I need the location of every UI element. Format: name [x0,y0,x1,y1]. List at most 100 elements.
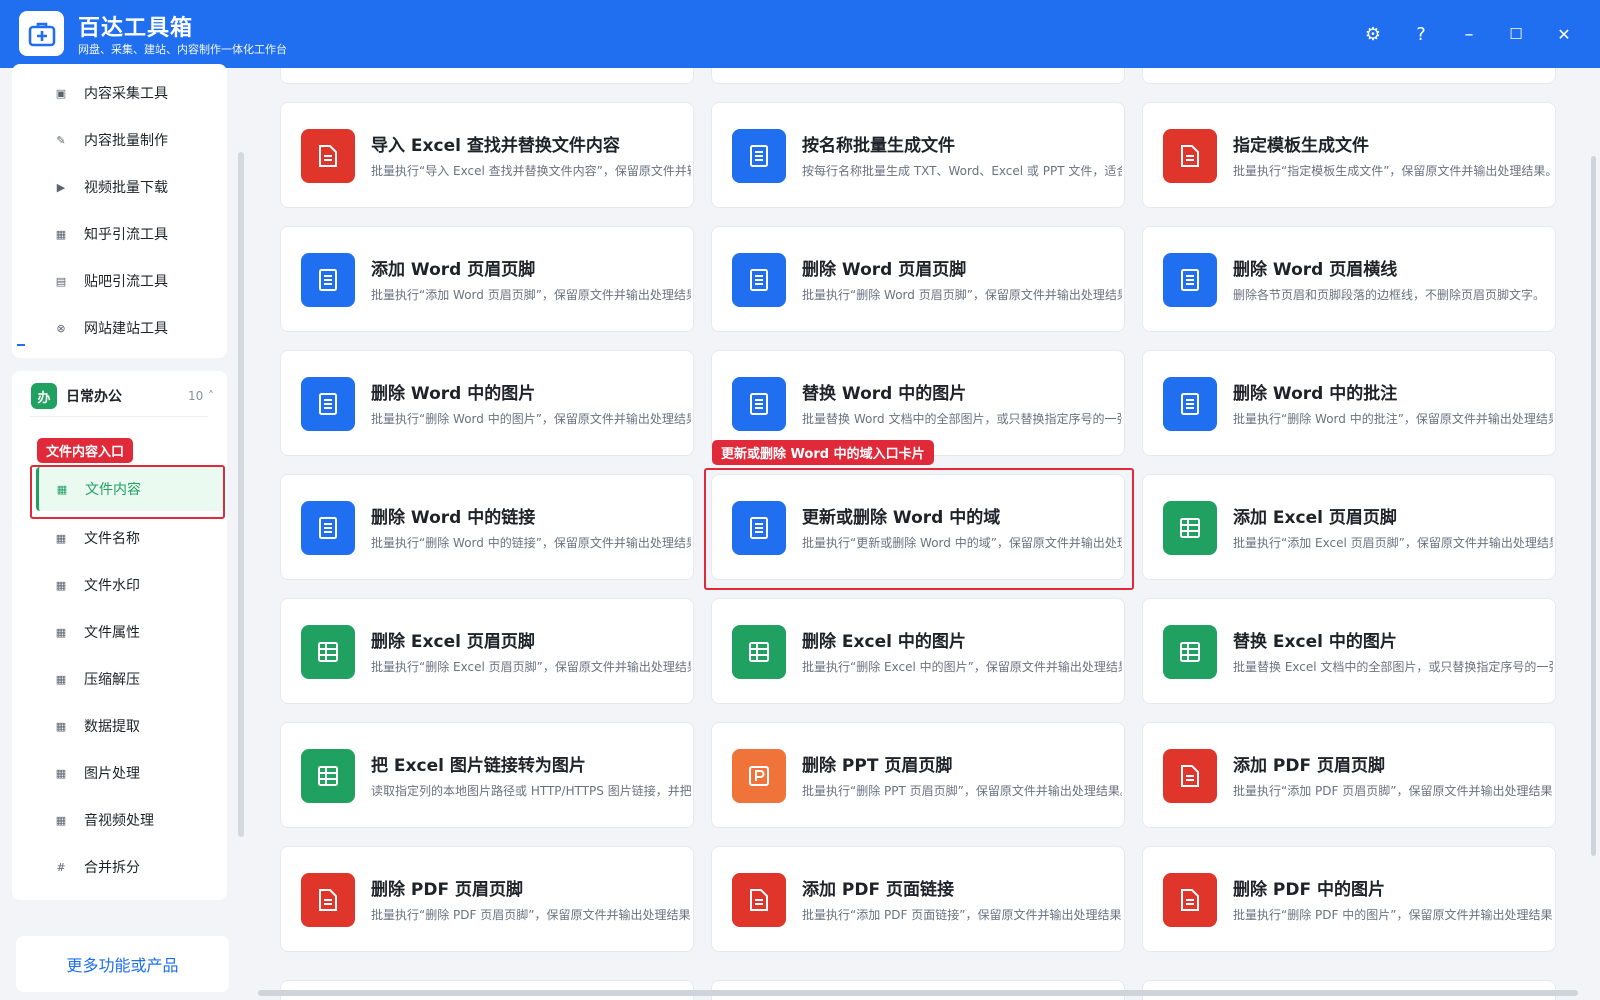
help-icon[interactable]: ? [1404,17,1438,51]
app-title: 百达工具箱 [78,16,194,41]
site-icon: ⊗ [56,321,66,335]
video-icon: ▶ [56,180,66,194]
tool-card-title: 删除 PDF 页眉页脚 [371,880,524,900]
pdf-file-icon [1163,129,1217,183]
sidebar-item-file-props[interactable]: ▦ 文件属性 [12,610,227,654]
sidebar-item-image[interactable]: ▦ 图片处理 [12,751,227,795]
sidebar-item-data-extract[interactable]: ▦ 数据提取 [12,704,227,748]
tool-card-title: 添加 PDF 页面链接 [802,880,955,900]
tool-card-title: 删除 Word 页眉页脚 [802,260,967,280]
tool-card-title: 删除 PDF 中的图片 [1233,880,1386,900]
tool-card[interactable]: 按名称批量生成文件按每行名称批量生成 TXT、Word、Excel 或 PPT … [711,102,1125,208]
pen-icon: ✎ [56,133,66,147]
tool-card-desc: 批量执行“删除 PPT 页眉页脚”，保留原文件并输出处理结果。 [802,784,1122,798]
tool-card[interactable]: 替换 Excel 中的图片 批量替换 Excel 文档中的全部图片，或只替换指定序… [1142,598,1556,704]
pdf-file-icon [1163,749,1217,803]
tool-card-desc: 按每行名称批量生成 TXT、Word、Excel 或 PPT 文件，适合批量建档… [802,164,1122,178]
sidebar-item-video[interactable]: ▶ 视频批量下载 [12,165,227,209]
sidebar-item-watermark[interactable]: ▦ 文件水印 [12,563,227,607]
grid-icon: ▦ [55,672,67,686]
settings-icon[interactable]: ⚙ [1356,17,1390,51]
pdf-file-icon [301,873,355,927]
sidebar-item-av[interactable]: ▦ 音视频处理 [12,798,227,842]
chevron-up-icon[interactable]: ˄ [208,389,214,403]
toolbox-logo-icon [19,11,64,56]
sidebar-item-merge-split[interactable]: # 合并拆分 [12,845,227,889]
sidebar-item-zhihu[interactable]: ▦ 知乎引流工具 [12,212,227,256]
tool-card-title: 删除 Word 中的图片 [371,384,536,404]
tool-card-desc: 批量执行“导入 Excel 查找并替换文件内容”，保留原文件并输出处理结果。 [371,164,691,178]
pdf-file-icon [301,129,355,183]
maximize-button[interactable]: ☐ [1499,17,1533,51]
pdf-file-icon [1163,873,1217,927]
excel-file-icon [1163,625,1217,679]
tool-card-desc: 批量执行“指定模板生成文件”，保留原文件并输出处理结果。 [1233,164,1553,178]
group-divider [30,416,208,417]
tool-card-desc: 批量执行“删除 Word 中的图片”，保留原文件并输出处理结果。 [371,412,691,426]
tool-card-title: 删除 Word 中的批注 [1233,384,1398,404]
tool-card[interactable]: 删除 PPT 页眉页脚批量执行“删除 PPT 页眉页脚”，保留原文件并输出处理结… [711,722,1125,828]
tool-card-title: 删除 Excel 页眉页脚 [371,632,535,652]
tool-card-desc: 批量执行“删除 Word 页眉页脚”，保留原文件并输出处理结果。 [802,288,1122,302]
tool-card-title: 删除 PPT 页眉页脚 [802,756,953,776]
tool-card[interactable]: 删除 Word 中的图片批量执行“删除 Word 中的图片”，保留原文件并输出处… [280,350,694,456]
tool-card[interactable]: 删除 Excel 页眉页脚批量执行“删除 Excel 页眉页脚”，保留原文件并输… [280,598,694,704]
sidebar-tools-card: ▣ 内容采集工具 ✎ 内容批量制作 ▶ 视频批量下载 ▦ 知乎引流工具 ▤ 贴吧… [12,64,227,358]
tool-card-desc: 批量执行“删除 PDF 页眉页脚”，保留原文件并输出处理结果。 [371,908,691,922]
word-file-icon [732,253,786,307]
horizontal-scrollbar[interactable] [258,990,1578,996]
tool-card-title: 删除 Word 中的链接 [371,508,536,528]
tool-card[interactable]: 添加 Word 页眉页脚 批量执行“添加 Word 页眉页脚”，保留原文件并输出处… [280,226,694,332]
tool-card[interactable]: 添加 Excel 页眉页脚 批量执行“添加 Excel 页眉页脚”，保留原文件并输… [1142,474,1556,580]
tool-card[interactable]: 添加 PDF 页眉页脚 批量执行“添加 PDF 页眉页脚”，保留原文件并输出处理结… [1142,722,1556,828]
excel-file-icon [732,625,786,679]
tool-card[interactable]: 删除 Word 页眉页脚批量执行“删除 Word 页眉页脚”，保留原文件并输出处… [711,226,1125,332]
sidebar-item-compress[interactable]: ▦ 压缩解压 [12,657,227,701]
tool-card[interactable]: 删除 Word 中的批注 批量执行“删除 Word 中的批注”，保留原文件并输出处… [1142,350,1556,456]
tool-card-title: 指定模板生成文件 [1233,136,1369,156]
tool-card[interactable]: 删除 Word 中的链接批量执行“删除 Word 中的链接”，保留原文件并输出处… [280,474,694,580]
card-stub [280,68,694,84]
sidebar-item-collect[interactable]: ▣ 内容采集工具 [12,71,227,115]
tool-card-title: 按名称批量生成文件 [802,136,955,156]
excel-file-icon [1163,501,1217,555]
group-header-office[interactable]: 办 日常办公 10 ˄ [12,371,227,421]
tool-card-desc: 批量执行“删除 Word 中的链接”，保留原文件并输出处理结果。 [371,536,691,550]
more-products-button[interactable]: 更多功能或产品 [16,936,229,992]
sidebar-item-tieba[interactable]: ▤ 贴吧引流工具 [12,259,227,303]
word-file-icon [732,129,786,183]
sidebar-accent [17,344,25,346]
group-label: 日常办公 [66,389,122,405]
excel-file-icon [301,625,355,679]
word-file-icon [1163,253,1217,307]
grid-icon: ▦ [55,719,67,733]
minimize-button[interactable]: – [1452,17,1486,51]
tool-card-desc: 批量执行“添加 Word 页眉页脚”，保留原文件并输出处理结果。 [371,288,691,302]
tool-card[interactable]: 指定模板生成文件批量执行“指定模板生成文件”，保留原文件并输出处理结果。 [1142,102,1556,208]
sidebar-item-batch-make[interactable]: ✎ 内容批量制作 [12,118,227,162]
tool-card-title: 导入 Excel 查找并替换文件内容 [371,136,620,156]
tool-card[interactable]: 把 Excel 图片链接转为图片 读取指定列的本地图片路径或 HTTP/HTTPS… [280,722,694,828]
vertical-scrollbar[interactable] [1591,156,1596,856]
tool-card-desc: 批量执行“删除 PDF 中的图片”，保留原文件并输出处理结果。 [1233,908,1553,922]
app-subtitle: 网盘、采集、建站、内容制作一体化工作台 [78,43,287,56]
file-content-tag: 文件内容入口 [37,438,134,463]
tool-card[interactable]: 删除 PDF 页眉页脚批量执行“删除 PDF 页眉页脚”，保留原文件并输出处理结… [280,846,694,952]
tool-card[interactable]: 导入 Excel 查找并替换文件内容批量执行“导入 Excel 查找并替换文件内… [280,102,694,208]
sidebar-scrollbar[interactable] [238,152,244,837]
tool-card-title: 替换 Excel 中的图片 [1233,632,1397,652]
tool-card-title: 添加 Excel 页眉页脚 [1233,508,1397,528]
sidebar-item-file-name[interactable]: ▦ 文件名称 [12,516,227,560]
tool-card[interactable]: 删除 PDF 中的图片批量执行“删除 PDF 中的图片”，保留原文件并输出处理结… [1142,846,1556,952]
zhihu-icon: ▦ [55,227,67,241]
tool-card[interactable]: 添加 PDF 页面链接 批量执行“添加 PDF 页面链接”，保留原文件并输出处理结… [711,846,1125,952]
word-file-icon [301,377,355,431]
sidebar: ▣ 内容采集工具 ✎ 内容批量制作 ▶ 视频批量下载 ▦ 知乎引流工具 ▤ 贴吧… [0,64,246,1000]
tool-card[interactable]: 删除 Word 页眉横线 删除各节页眉和页脚段落的边框线，不删除页眉页脚文字。 [1142,226,1556,332]
close-button[interactable]: ✕ [1547,17,1581,51]
tool-card-title: 替换 Word 中的图片 [802,384,967,404]
sidebar-item-site[interactable]: ⊗ 网站建站工具 [12,306,227,350]
tool-card-desc: 批量执行“删除 Excel 页眉页脚”，保留原文件并输出处理结果。 [371,660,691,674]
tool-card[interactable]: 删除 Excel 中的图片 批量执行“删除 Excel 中的图片”，保留原文件并输… [711,598,1125,704]
grid-icon: ▦ [55,625,67,639]
